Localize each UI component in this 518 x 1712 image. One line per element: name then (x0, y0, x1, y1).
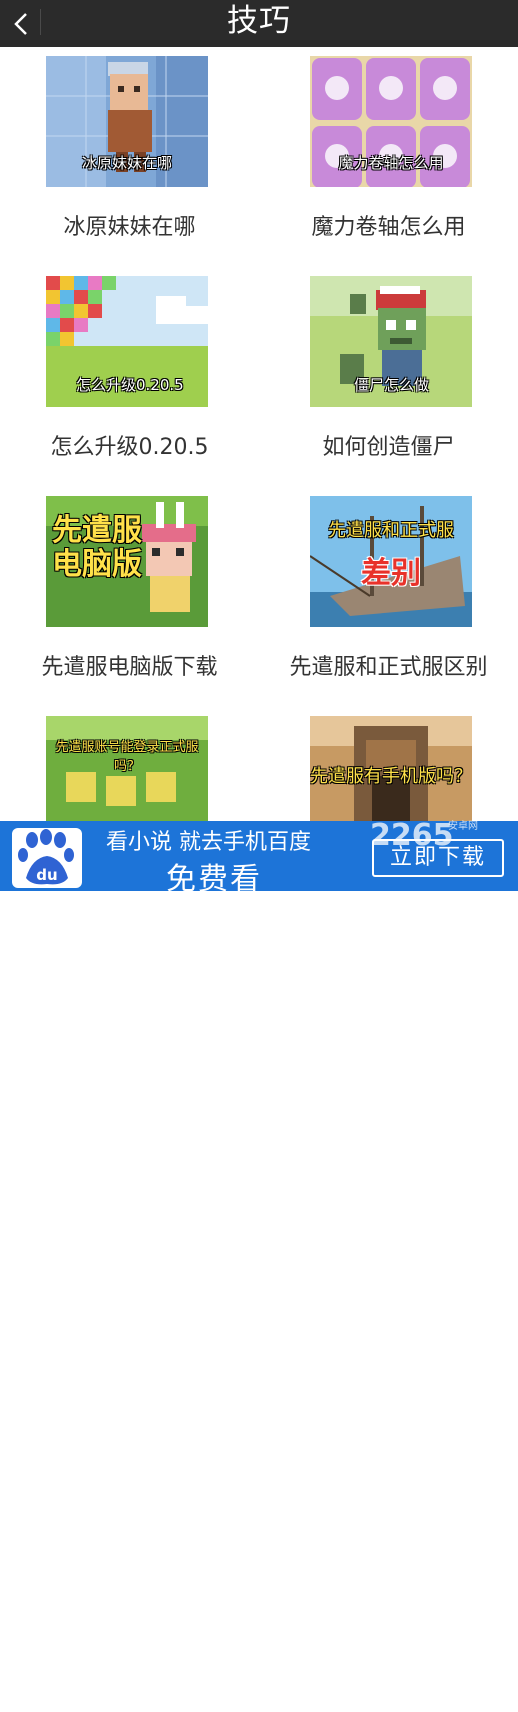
tip-thumbnail: 先遣服账号能登录正式服吗？ (46, 716, 208, 821)
tip-thumbnail: 僵尸怎么做 (310, 276, 472, 407)
thumb-label: 先遣服账号能登录正式服吗？ (55, 740, 199, 774)
tip-thumbnail: 魔力卷轴怎么用 (310, 56, 472, 187)
tip-thumbnail: 先遣服和正式服 差别 (310, 496, 472, 627)
tip-thumbnail: 冰原妹妹在哪 (46, 56, 208, 187)
thumb-label: 僵尸怎么做 (354, 376, 430, 394)
ad-subline: 免费看 (166, 862, 262, 897)
thumb-label: 怎么升级0.20.5 (76, 376, 184, 394)
tip-card[interactable]: 魔力卷轴怎么用 魔力卷轴怎么用 (259, 47, 518, 267)
thumb-label: 魔力卷轴怎么用 (338, 154, 444, 172)
page-title: 技巧 (227, 3, 291, 39)
tip-title: 先遣服和正式服区别 (289, 655, 488, 680)
tip-title: 冰原妹妹在哪 (63, 215, 196, 240)
watermark: 2265 (370, 818, 454, 853)
tip-thumbnail: 怎么升级0.20.5 (46, 276, 208, 407)
tip-card[interactable]: 先遣服和正式服 差别 先遣服和正式服区别 (259, 487, 518, 707)
tip-card[interactable]: 怎么升级0.20.5 怎么升级0.20.5 (0, 267, 259, 487)
tip-thumbnail: 先遣服有手机版吗？ (310, 716, 472, 821)
thumb-label: 先遣服电脑版 (52, 513, 142, 582)
tip-thumbnail: 先遣服电脑版 (46, 496, 208, 627)
ad-headline: 看小说 就去手机百度 (106, 830, 311, 855)
tip-card[interactable]: 冰原妹妹在哪 冰原妹妹在哪 (0, 47, 259, 267)
tip-card[interactable]: 先遣服有手机版吗？ (259, 707, 518, 821)
tip-card[interactable]: 先遣服账号能登录正式服吗？ (0, 707, 259, 821)
watermark-small: 安卓网 (448, 821, 478, 832)
tips-grid: 冰原妹妹在哪 冰原妹妹在哪 魔力卷轴怎么用 魔力卷轴怎么用 怎么升级0.20.5… (0, 47, 518, 821)
thumb-label: 先遣服有手机版吗？ (310, 766, 472, 787)
baidu-logo: du (12, 828, 82, 888)
tip-title: 魔力卷轴怎么用 (311, 215, 466, 240)
thumb-label: 先遣服和正式服 (328, 520, 454, 541)
tip-card[interactable]: 先遣服电脑版 先遣服电脑版下载 (0, 487, 259, 707)
logo-text: du (36, 866, 58, 884)
tip-title: 怎么升级0.20.5 (50, 435, 209, 460)
thumb-label-2: 差别 (361, 556, 421, 591)
tip-title: 先遣服电脑版下载 (41, 655, 218, 680)
tip-card[interactable]: 僵尸怎么做 如何创造僵尸 (259, 267, 518, 487)
tip-title: 如何创造僵尸 (322, 435, 455, 460)
top-bar: 技巧 (0, 0, 518, 47)
ad-tag: 广告 (486, 1702, 505, 1712)
thumb-label: 冰原妹妹在哪 (81, 154, 172, 172)
